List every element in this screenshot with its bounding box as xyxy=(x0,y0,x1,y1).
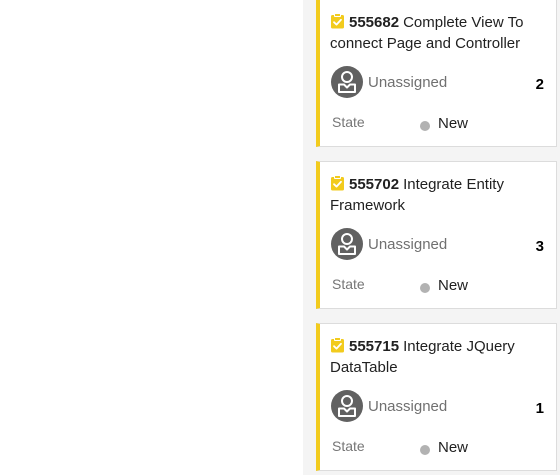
unassigned-user-icon xyxy=(331,228,363,260)
state-label: State xyxy=(332,438,365,454)
assignee-name: Unassigned xyxy=(368,235,448,253)
work-item-id[interactable]: 555682 xyxy=(349,14,399,31)
stack-rank: 2 xyxy=(535,76,544,93)
state-dot-icon xyxy=(420,445,430,455)
state-dot-icon xyxy=(420,121,430,131)
work-item-id[interactable]: 555702 xyxy=(349,176,399,193)
state-value[interactable]: New xyxy=(438,439,468,456)
board-column: 555682 Complete View To connect Page and … xyxy=(303,0,560,475)
card-title: 555682 Complete View To connect Page and … xyxy=(330,12,552,54)
state-value[interactable]: New xyxy=(438,277,468,294)
assignee-name: Unassigned xyxy=(368,397,448,415)
work-item-card[interactable]: 555682 Complete View To connect Page and … xyxy=(316,0,557,147)
stack-rank: 3 xyxy=(535,238,544,255)
assignee[interactable]: Unassigned xyxy=(331,228,447,260)
state-field: State New xyxy=(332,276,532,296)
work-item-card[interactable]: 555702 Integrate Entity Framework Unassig… xyxy=(316,161,557,309)
clipboard-check-icon xyxy=(331,337,344,353)
board-page: 555682 Complete View To connect Page and … xyxy=(0,0,560,475)
card-title: 555715 Integrate JQuery DataTable xyxy=(330,336,552,378)
assignee[interactable]: Unassigned xyxy=(331,390,447,422)
assignee-name: Unassigned xyxy=(368,73,448,91)
card-title: 555702 Integrate Entity Framework xyxy=(330,174,552,216)
stack-rank: 1 xyxy=(535,400,544,417)
state-field: State New xyxy=(332,114,532,134)
work-item-card[interactable]: 555715 Integrate JQuery DataTable Unassig… xyxy=(316,323,557,471)
clipboard-check-icon xyxy=(331,175,344,191)
state-value[interactable]: New xyxy=(438,115,468,132)
assignee[interactable]: Unassigned xyxy=(331,66,447,98)
state-dot-icon xyxy=(420,283,430,293)
state-label: State xyxy=(332,276,365,292)
state-label: State xyxy=(332,114,365,130)
unassigned-user-icon xyxy=(331,390,363,422)
unassigned-user-icon xyxy=(331,66,363,98)
work-item-id[interactable]: 555715 xyxy=(349,338,399,355)
clipboard-check-icon xyxy=(331,13,344,29)
state-field: State New xyxy=(332,438,532,458)
